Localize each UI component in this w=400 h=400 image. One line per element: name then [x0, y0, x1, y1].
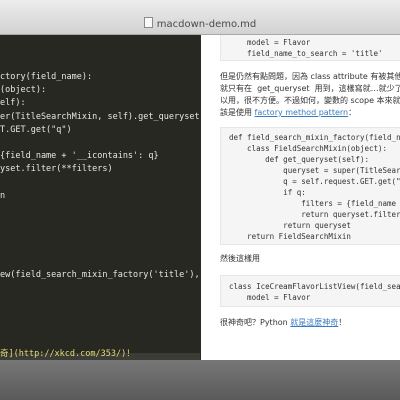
code-block-top: model = Flavor field_name_to_search = 't…	[220, 35, 400, 61]
paragraph-python-magic: 很神奇吧？Python 就是這麼神奇！	[220, 317, 400, 328]
code-block-factory: def field_search_mixin_factory(field_nam…	[220, 127, 400, 245]
paragraph-line: 就只有在 get_queryset 用到，這樣寫就…就少了	[220, 84, 400, 93]
app-window: macdown-demo.md ctory(field_name): (objec…	[0, 0, 400, 360]
code-line: q = self.request.GET.get("q")	[229, 177, 400, 186]
title-bar: macdown-demo.md	[0, 0, 400, 35]
paragraph-text: ：	[348, 108, 357, 117]
code-line: class FieldSearchMixin(object):	[229, 144, 388, 153]
code-line: def get_queryset(self):	[229, 155, 369, 164]
paragraph-usage: 然後這樣用	[220, 254, 260, 263]
paragraph-line: 以用，很不方便。不過如何，變數的 scope 本來就應	[220, 96, 400, 105]
editor-line: elf):	[0, 98, 26, 109]
code-line: def field_search_mixin_factory(field_nam…	[229, 133, 400, 142]
paragraph-line-with-link: 該是使用 factory method pattern：	[220, 107, 400, 118]
factory-method-link[interactable]: factory method pattern	[255, 108, 349, 117]
code-line: return queryset.filter(**fil	[301, 210, 400, 219]
code-line: model = Flavor	[229, 38, 311, 47]
editor-line: er(TitleSearchMixin, self).get_queryset(…	[0, 111, 200, 122]
editor-line: {field_name + '__icontains': q}	[0, 151, 159, 162]
code-line: if q:	[229, 188, 306, 197]
code-line: field_name_to_search = 'title'	[229, 49, 383, 58]
editor-line: n	[0, 190, 6, 201]
code-block-usage: class IceCreamFlavorListView(field_searc…	[220, 275, 400, 307]
preview-pane[interactable]: model = Flavor field_name_to_search = 't…	[201, 35, 400, 360]
code-line: queryset = super(TitleSearchMixin	[283, 166, 400, 175]
xkcd-link[interactable]: 就是這麼神奇	[290, 318, 338, 327]
code-line: class IceCreamFlavorListView(field_searc…	[229, 282, 400, 291]
paragraph-text: 該是使用	[220, 108, 255, 117]
paragraph-line: 但是仍然有點問題，因為 class attribute 有被其他人複	[220, 72, 400, 81]
paragraph-text: ！	[338, 318, 347, 327]
code-line: filters = {field_name + '__i	[301, 199, 397, 208]
window-title-text: macdown-demo.md	[156, 19, 257, 30]
code-line: return FieldSearchMixin	[229, 232, 351, 241]
editor-line: T.GET.get("q")	[0, 124, 72, 135]
paragraph-text: 很神奇吧？Python	[220, 318, 291, 327]
markdown-editor[interactable]: ctory(field_name): (object): elf): er(Title…	[0, 35, 200, 360]
editor-line: ew(field_search_mixin_factory('title'),	[0, 270, 200, 280]
editor-line: 奇](http://xkcd.com/353/)！	[0, 349, 135, 360]
code-line: model = Flavor	[229, 293, 311, 302]
editor-line: ctory(field_name):	[0, 72, 93, 82]
editor-line: yset.filter(**filters)	[0, 164, 113, 175]
editor-line: (object):	[0, 85, 47, 96]
desktop-background	[0, 360, 400, 400]
code-line: return queryset	[229, 221, 351, 230]
window-title: macdown-demo.md	[0, 17, 400, 32]
document-icon	[143, 17, 153, 28]
